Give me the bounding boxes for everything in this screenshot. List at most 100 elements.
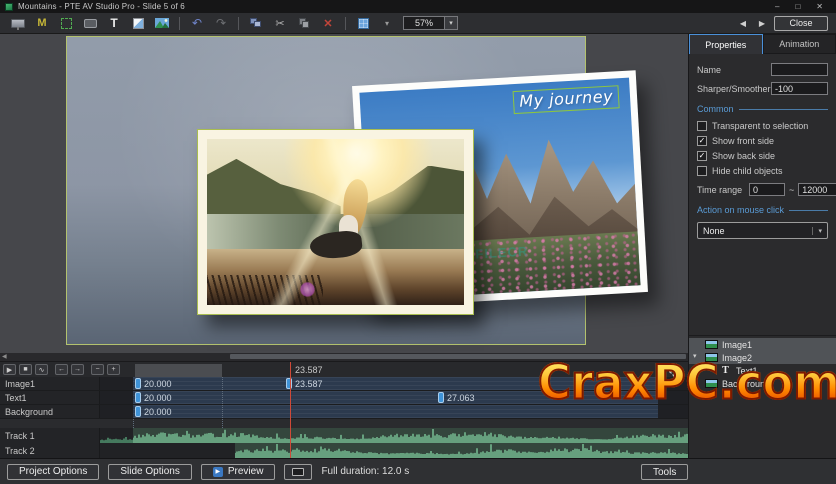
bottom-bar: Project Options Slide Options ▶ Preview … bbox=[0, 458, 836, 484]
waveform-button[interactable]: ∿ bbox=[35, 364, 48, 375]
action-dropdown[interactable]: None ▾ bbox=[697, 222, 828, 239]
copy-button[interactable] bbox=[294, 15, 314, 32]
audio-track-1[interactable]: Track 1 bbox=[0, 428, 688, 443]
selection-frame-button[interactable] bbox=[56, 15, 76, 32]
audio-track-2[interactable]: Track 2 bbox=[0, 443, 688, 458]
minimize-icon[interactable]: – bbox=[775, 0, 779, 13]
chevron-down-icon: ▾ bbox=[812, 227, 822, 235]
grid-line bbox=[222, 391, 223, 404]
grid-line bbox=[222, 377, 223, 390]
prev-keyframe-button[interactable]: ← bbox=[55, 364, 68, 375]
screen-preview-button[interactable] bbox=[8, 15, 28, 32]
grid-icon bbox=[358, 18, 369, 29]
layer-item-image1[interactable]: Image1 bbox=[689, 338, 836, 351]
project-options-button[interactable]: Project Options bbox=[7, 464, 99, 480]
hide-child-objects-label: Hide child objects bbox=[712, 166, 783, 176]
text1-object[interactable]: My journey bbox=[513, 85, 620, 114]
hide-child-objects-checkbox[interactable] bbox=[697, 166, 707, 176]
image-icon bbox=[155, 18, 169, 28]
grid-line bbox=[133, 419, 134, 428]
next-keyframe-button[interactable]: → bbox=[71, 364, 84, 375]
toolbar-separator bbox=[345, 17, 346, 30]
audio-clip[interactable] bbox=[133, 428, 688, 443]
window-title: Mountains - PTE AV Studio Pro - Slide 5 … bbox=[18, 2, 185, 11]
time-range-separator: ~ bbox=[789, 185, 794, 195]
zoom-combobox: 57% ▾ bbox=[403, 16, 458, 30]
time-range-label: Time range bbox=[697, 185, 745, 195]
grid-options-dropdown[interactable]: ▾ bbox=[377, 15, 397, 32]
sharper-smoother-field[interactable] bbox=[771, 82, 828, 95]
delete-button[interactable]: ✕ bbox=[318, 15, 338, 32]
keyframe-handle[interactable] bbox=[438, 392, 444, 403]
title-bar: Mountains - PTE AV Studio Pro - Slide 5 … bbox=[0, 0, 836, 13]
selection-frame-icon bbox=[61, 18, 72, 29]
woman-photo-content bbox=[207, 139, 464, 305]
show-front-side-checkbox[interactable]: ✓ bbox=[697, 136, 707, 146]
tools-button[interactable]: Tools bbox=[641, 464, 688, 480]
copy-icon bbox=[299, 18, 310, 28]
clone-style-button[interactable] bbox=[246, 15, 266, 32]
rectangle-icon bbox=[133, 18, 144, 29]
image-layer-icon bbox=[705, 340, 718, 349]
play-button[interactable]: ▶ bbox=[3, 364, 16, 375]
add-video-button[interactable] bbox=[80, 15, 100, 32]
keyframe-handle[interactable] bbox=[135, 378, 141, 389]
toolbar-separator bbox=[179, 17, 180, 30]
next-slide-button[interactable]: ▶ bbox=[755, 16, 769, 30]
zoom-value[interactable]: 57% bbox=[403, 16, 445, 30]
craxpc-watermark: CraxPC.com bbox=[538, 355, 836, 410]
name-field[interactable] bbox=[771, 63, 828, 76]
maximize-icon[interactable]: □ bbox=[795, 0, 800, 13]
slide-range-block[interactable] bbox=[135, 364, 222, 377]
zoom-out-button[interactable]: − bbox=[91, 364, 104, 375]
timeline-separator bbox=[0, 419, 688, 428]
window-close-icon[interactable]: ✕ bbox=[816, 0, 823, 13]
playhead[interactable] bbox=[290, 362, 291, 458]
undo-button[interactable]: ↶ bbox=[187, 15, 207, 32]
prev-slide-button[interactable]: ◀ bbox=[736, 16, 750, 30]
app-icon bbox=[5, 3, 13, 11]
add-text-button[interactable]: T bbox=[104, 15, 124, 32]
sharper-smoother-label: Sharper/Smoother bbox=[697, 84, 767, 94]
editor-close-button[interactable]: Close bbox=[774, 16, 828, 31]
action-dropdown-value: None bbox=[703, 226, 725, 236]
add-rectangle-button[interactable] bbox=[128, 15, 148, 32]
slide-area[interactable]: My journey FILECR bbox=[66, 36, 586, 345]
show-back-side-label: Show back side bbox=[712, 151, 775, 161]
grid-line bbox=[222, 405, 223, 418]
common-section-header: Common bbox=[697, 104, 828, 114]
show-back-side-checkbox[interactable]: ✓ bbox=[697, 151, 707, 161]
full-duration-label: Full duration: 12.0 s bbox=[321, 466, 409, 477]
tab-animation[interactable]: Animation bbox=[763, 34, 836, 54]
keyframe-handle[interactable] bbox=[135, 392, 141, 403]
add-image-button[interactable] bbox=[152, 15, 172, 32]
keyframe-handle[interactable] bbox=[135, 406, 141, 417]
redo-button[interactable]: ↷ bbox=[211, 15, 231, 32]
editor-canvas[interactable]: My journey FILECR bbox=[0, 34, 688, 353]
slide-options-button[interactable]: Slide Options bbox=[108, 464, 191, 480]
grid-button[interactable] bbox=[353, 15, 373, 32]
time-range-to-field[interactable] bbox=[798, 183, 836, 196]
toolbar-separator bbox=[238, 17, 239, 30]
scroll-left-icon[interactable]: ◀ bbox=[2, 353, 7, 362]
zoom-in-button[interactable]: + bbox=[107, 364, 120, 375]
transparent-to-selection-checkbox[interactable] bbox=[697, 121, 707, 131]
preview-window-icon bbox=[292, 468, 304, 476]
keyframe-handle[interactable] bbox=[286, 378, 292, 389]
lens-flare bbox=[300, 282, 315, 297]
zoom-dropdown-icon[interactable]: ▾ bbox=[445, 16, 458, 30]
video-icon bbox=[84, 19, 97, 28]
main-toolbar: M T ↶ ↷ ✂ ✕ ▾ 57% ▾ ◀ ▶ Close bbox=[0, 13, 836, 34]
tab-properties[interactable]: Properties bbox=[689, 34, 763, 54]
image1-woman-photo[interactable] bbox=[197, 129, 474, 315]
name-label: Name bbox=[697, 65, 767, 75]
mini-preview-button[interactable] bbox=[284, 464, 312, 480]
time-range-from-field[interactable] bbox=[749, 183, 785, 196]
stop-button[interactable]: ■ bbox=[19, 364, 32, 375]
preview-button[interactable]: ▶ Preview bbox=[201, 464, 276, 480]
audio-clip[interactable] bbox=[100, 428, 133, 443]
audio-clip[interactable] bbox=[235, 443, 688, 458]
main-objects-button[interactable]: M bbox=[32, 15, 52, 32]
clone-icon bbox=[250, 18, 262, 28]
cut-button[interactable]: ✂ bbox=[270, 15, 290, 32]
